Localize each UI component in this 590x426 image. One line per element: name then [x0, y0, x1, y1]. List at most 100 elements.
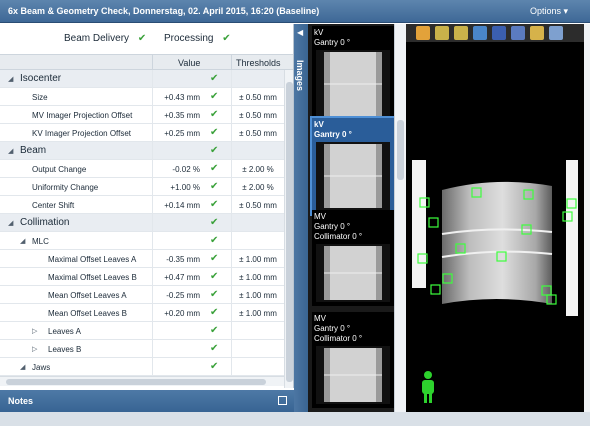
collapse-arrow-icon[interactable]: ◢ [8, 75, 13, 83]
pass-check-icon: ✔ [210, 217, 219, 228]
row-label: Leaves A [48, 327, 81, 336]
pass-check-icon: ✔ [210, 325, 219, 336]
collapse-arrow-icon[interactable]: ◀ [297, 28, 303, 37]
row-threshold: ± 0.50 mm [239, 93, 277, 102]
table-row[interactable]: ▷ Leaves B ✔ [0, 340, 284, 358]
pass-check-icon: ✔ [210, 307, 219, 318]
thumbnail-caption: kV Gantry 0 ° [314, 120, 352, 140]
pin-icon[interactable] [278, 396, 287, 405]
image-thumbnail[interactable]: MV Gantry 0 ° Collimator 0 ° [312, 210, 394, 306]
image-thumbnail[interactable]: kV Gantry 0 ° [310, 116, 394, 216]
thumbnail-caption: kV Gantry 0 ° [314, 28, 350, 48]
notes-header[interactable]: Notes [0, 390, 294, 412]
thumbnail-image [316, 346, 390, 404]
table-row[interactable]: ◢ MLC ✔ [0, 232, 284, 250]
table-row[interactable]: Output Change -0.02 % ✔ ± 2.00 % [0, 160, 284, 178]
pass-check-icon: ✔ [210, 145, 219, 156]
thumbnail-image [316, 142, 390, 210]
row-label: Mean Offset Leaves B [48, 309, 128, 318]
window-level-icon[interactable] [511, 26, 525, 40]
column-separator [231, 142, 232, 160]
column-separator [152, 322, 153, 340]
cylinder-phantom [442, 181, 552, 304]
table-row[interactable]: Maximal Offset Leaves A -0.35 mm ✔ ± 1.00 m… [0, 250, 284, 268]
column-separator [152, 358, 153, 376]
bb-marker[interactable] [430, 284, 441, 295]
row-threshold: ± 1.00 mm [239, 291, 277, 300]
options-menu-button[interactable]: Options ▾ [530, 6, 568, 17]
phantom-image [412, 160, 578, 403]
table-row[interactable]: ◢ Jaws ✔ [0, 358, 284, 376]
images-side-tab[interactable]: ◀ Images [294, 24, 308, 412]
collapse-arrow-icon[interactable]: ◢ [8, 219, 13, 227]
row-threshold: ± 2.00 % [242, 183, 274, 192]
contrast-icon[interactable] [492, 26, 506, 40]
table-row[interactable]: MV Imager Projection Offset +0.35 mm ✔ ± 0.… [0, 106, 284, 124]
row-label: MLC [32, 237, 49, 246]
table-row[interactable]: Mean Offset Leaves A -0.25 mm ✔ ± 1.00 mm [0, 286, 284, 304]
row-threshold: ± 1.00 mm [239, 255, 277, 264]
row-value: +0.47 mm [164, 273, 200, 282]
thumbnail-caption-line: Collimator 0 ° [314, 334, 363, 343]
pass-check-icon: ✔ [210, 253, 219, 264]
row-label: Maximal Offset Leaves B [48, 273, 137, 282]
thresholds-column-header[interactable]: Thresholds [236, 58, 281, 68]
row-label: Collimation [20, 217, 70, 228]
expand-arrow-icon[interactable]: ▷ [32, 345, 37, 353]
viewer-scrollbar[interactable] [584, 24, 590, 412]
tree-section-row[interactable]: ◢ Beam ✔ [0, 142, 284, 160]
thumbnail-scrollbar[interactable] [394, 24, 406, 412]
pass-check-icon: ✔ [210, 271, 219, 282]
orientation-figure [422, 371, 434, 403]
collapse-arrow-icon[interactable]: ◢ [8, 147, 13, 155]
scrollbar-thumb[interactable] [286, 82, 293, 382]
scrollbar-thumb[interactable] [6, 379, 266, 385]
row-threshold: ± 0.50 mm [239, 201, 277, 210]
table-row[interactable]: Uniformity Change +1.00 % ✔ ± 2.00 % [0, 178, 284, 196]
bb-marker[interactable] [428, 217, 439, 228]
row-value: +0.25 mm [164, 129, 200, 138]
row-label: MV Imager Projection Offset [32, 111, 133, 120]
overlay-icon[interactable] [549, 26, 563, 40]
column-separator [231, 322, 232, 340]
pass-check-icon: ✔ [210, 127, 219, 138]
scrollbar-thumb[interactable] [397, 120, 404, 180]
row-threshold: ± 1.00 mm [239, 309, 277, 318]
ruler-icon[interactable] [530, 26, 544, 40]
images-tab-label: Images [295, 60, 305, 92]
row-label: Isocenter [20, 73, 62, 84]
zoom-in-icon[interactable] [435, 26, 449, 40]
table-row[interactable]: Maximal Offset Leaves B +0.47 mm ✔ ± 1.00 m… [0, 268, 284, 286]
thumbnail-caption-line: kV [314, 28, 324, 37]
thumbnail-caption-line: MV [314, 314, 326, 323]
expand-arrow-icon[interactable]: ▷ [32, 327, 37, 335]
pass-check-icon: ✔ [210, 109, 219, 120]
image-thumbnail[interactable]: MV Gantry 0 ° Collimator 0 ° [312, 312, 394, 408]
image-viewer[interactable] [406, 24, 584, 412]
tree-vertical-scrollbar[interactable] [284, 70, 293, 388]
row-threshold: ± 0.50 mm [239, 111, 277, 120]
tree-section-row[interactable]: ◢ Isocenter ✔ [0, 70, 284, 88]
row-label: Maximal Offset Leaves A [48, 255, 137, 264]
tree-section-row[interactable]: ◢ Collimation ✔ [0, 214, 284, 232]
value-column-header[interactable]: Value [178, 58, 200, 68]
image-thumbnail[interactable]: kV Gantry 0 ° [312, 26, 394, 122]
tree-horizontal-scrollbar[interactable] [0, 376, 284, 386]
row-label: Jaws [32, 363, 51, 372]
row-threshold: ± 1.00 mm [239, 273, 277, 282]
pan-hand-icon[interactable] [416, 26, 430, 40]
undo-icon[interactable] [473, 26, 487, 40]
zoom-out-icon[interactable] [454, 26, 468, 40]
table-row[interactable]: Size +0.43 mm ✔ ± 0.50 mm [0, 88, 284, 106]
row-threshold: ± 0.50 mm [239, 129, 277, 138]
column-separator [152, 142, 153, 160]
field-right-edge [566, 160, 578, 316]
collapse-arrow-icon[interactable]: ◢ [20, 363, 25, 371]
collapse-arrow-icon[interactable]: ◢ [20, 237, 25, 245]
table-row[interactable]: Mean Offset Leaves B +0.20 mm ✔ ± 1.00 mm [0, 304, 284, 322]
table-row[interactable]: KV Imager Projection Offset +0.25 mm ✔ ± 0.… [0, 124, 284, 142]
table-row[interactable]: ▷ Leaves A ✔ [0, 322, 284, 340]
window-title: 6x Beam & Geometry Check, Donnerstag, 02… [8, 6, 320, 16]
table-row[interactable]: Center Shift +0.14 mm ✔ ± 0.50 mm [0, 196, 284, 214]
thumbnail-caption-line: Gantry 0 ° [314, 130, 352, 139]
